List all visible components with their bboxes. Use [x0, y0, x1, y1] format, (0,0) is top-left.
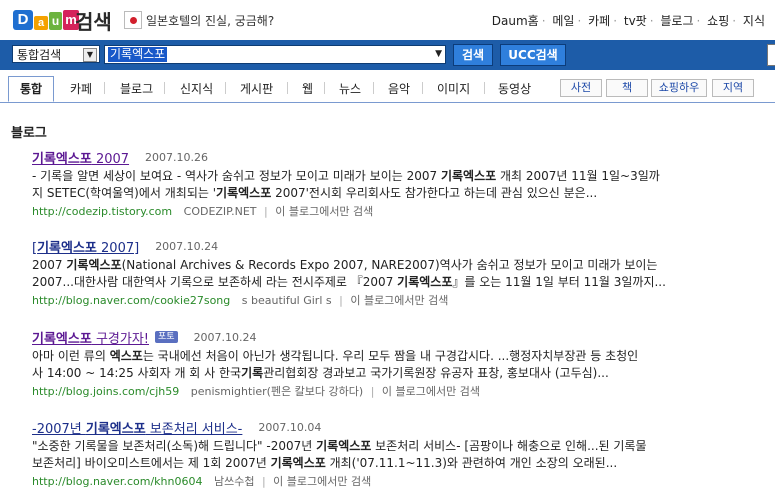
tab-divider: [373, 82, 374, 94]
result-snippet: 2007 기록엑스포(National Archives & Records E…: [32, 258, 666, 289]
promo-link[interactable]: 일본호텔의 진실, 궁금해?: [124, 11, 274, 29]
promo-text: 일본호텔의 진실, 궁금해?: [146, 13, 275, 28]
result-url[interactable]: http://blog.joins.com/cjh59: [32, 385, 179, 398]
gnb-mail[interactable]: 메일: [552, 14, 574, 28]
dropdown-arrow-icon[interactable]: ▼: [435, 49, 442, 59]
photo-badge: 포토: [155, 331, 178, 343]
search-this-blog-link[interactable]: 이 블로그에서만 검색: [275, 205, 373, 218]
tab-board[interactable]: 게시판: [240, 80, 273, 97]
result-blog-name[interactable]: penismightier(펜은 칼보다 강하다): [191, 385, 363, 398]
result-url-row: http://blog.naver.com/khn0604 남쓰수첩 | 이 블…: [32, 475, 372, 488]
result-snippet: - 기록을 알면 세상이 보여요 - 역사가 숨쉬고 정보가 모이고 미래가 보…: [32, 169, 660, 200]
result-title-link[interactable]: 기록엑스포 2007: [32, 148, 129, 167]
daum-logo[interactable]: D a u m: [13, 6, 79, 30]
tab-knowledge[interactable]: 신지식: [180, 80, 213, 97]
result-snippet: 아마 이런 류의 엑스포는 국내에선 처음이 아닌가 생각됩니다. 우리 모두 …: [32, 349, 639, 380]
logo-letter-u: u: [49, 12, 62, 30]
result-item: 기록엑스포 구경가자! 포토 2007.10.24 아마 이런 류의 엑스포는 …: [32, 329, 762, 399]
result-title-link[interactable]: -2007년 기록엑스포 보존처리 서비스-: [32, 418, 242, 437]
tab-divider: [324, 82, 325, 94]
result-date: 2007.10.24: [155, 239, 219, 253]
gnb-tvpot[interactable]: tv팟: [624, 14, 647, 28]
chevron-down-icon: ▼: [83, 48, 97, 62]
gnb-shopping[interactable]: 쇼핑: [707, 14, 729, 28]
tab-news[interactable]: 뉴스: [339, 80, 361, 97]
ucc-search-button[interactable]: UCC검색: [500, 44, 566, 66]
result-url-row: http://blog.naver.com/cookie27song s bea…: [32, 294, 449, 307]
side-frame-edge: [767, 44, 775, 66]
gnb-cafe[interactable]: 카페: [588, 14, 610, 28]
result-url[interactable]: http://blog.naver.com/cookie27song: [32, 294, 230, 307]
pill-dictionary[interactable]: 사전: [560, 79, 602, 97]
tab-blog[interactable]: 블로그: [120, 80, 153, 97]
tab-video[interactable]: 동영상: [498, 80, 531, 97]
search-query-text: 기록엑스포: [108, 47, 168, 62]
result-date: 2007.10.26: [145, 150, 209, 164]
tab-web[interactable]: 웹: [302, 80, 313, 97]
tab-image[interactable]: 이미지: [437, 80, 470, 97]
result-url-row: http://codezip.tistory.com CODEZIP.NET |…: [32, 205, 374, 218]
pill-shopping-how[interactable]: 쇼핑하우: [651, 79, 707, 97]
result-url[interactable]: http://codezip.tistory.com: [32, 205, 172, 218]
tab-divider: [164, 82, 165, 94]
search-scope-value: 통합검색: [17, 48, 62, 62]
logo-letter-a: a: [34, 16, 48, 30]
tab-divider: [225, 82, 226, 94]
pill-region[interactable]: 지역: [712, 79, 754, 97]
search-button[interactable]: 검색: [453, 44, 493, 66]
japan-flag-icon: [124, 11, 142, 29]
pill-book[interactable]: 책: [606, 79, 648, 97]
section-title-blog: 블로그: [11, 126, 47, 141]
result-blog-name[interactable]: s beautiful Girl s: [242, 294, 332, 307]
search-bar: 통합검색 ▼ 기록엑스포 ▼ 검색 UCC검색: [0, 40, 775, 70]
search-this-blog-link[interactable]: 이 블로그에서만 검색: [382, 385, 480, 398]
search-input[interactable]: 기록엑스포 ▼: [104, 45, 446, 64]
gnb-knowledge[interactable]: 지식: [743, 14, 765, 28]
tab-divider: [287, 82, 288, 94]
tab-divider: [484, 82, 485, 94]
result-snippet: "소중한 기록물을 보존처리(소독)해 드립니다" -2007년 기록엑스포 보…: [32, 439, 647, 470]
search-scope-select[interactable]: 통합검색 ▼: [12, 45, 100, 63]
result-blog-name[interactable]: 남쓰수첩: [214, 475, 254, 488]
global-nav: Daum홈 · 메일 · 카페 · tv팟 · 블로그 · 쇼핑 · 지식: [491, 14, 765, 28]
tab-integrated[interactable]: 통합: [8, 76, 54, 102]
result-url[interactable]: http://blog.naver.com/khn0604: [32, 475, 202, 488]
result-date: 2007.10.24: [193, 330, 257, 344]
result-item: -2007년 기록엑스포 보존처리 서비스- 2007.10.04 "소중한 기…: [32, 419, 762, 489]
gnb-daum-home[interactable]: Daum홈: [492, 14, 539, 28]
result-date: 2007.10.04: [258, 420, 322, 434]
tab-divider: [104, 82, 105, 94]
result-item: 기록엑스포 2007 2007.10.26 - 기록을 알면 세상이 보여요 -…: [32, 149, 762, 219]
tab-cafe[interactable]: 카페: [70, 80, 92, 97]
result-title-link[interactable]: 기록엑스포 구경가자!: [32, 328, 149, 347]
search-this-blog-link[interactable]: 이 블로그에서만 검색: [350, 294, 448, 307]
category-tabs: 통합 카페 블로그 신지식 게시판 웹 뉴스 음악 이미지 동영상 사전 책 쇼…: [0, 76, 775, 103]
result-url-row: http://blog.joins.com/cjh59 penismightie…: [32, 385, 480, 398]
gnb-blog[interactable]: 블로그: [660, 14, 693, 28]
logo-search-word[interactable]: 검색: [75, 6, 112, 35]
logo-letter-d: D: [13, 10, 33, 30]
result-title-link[interactable]: [기록엑스포 2007]: [32, 237, 139, 256]
result-item: [기록엑스포 2007] 2007.10.24 2007 기록엑스포(Natio…: [32, 238, 762, 308]
result-blog-name[interactable]: CODEZIP.NET: [184, 205, 257, 218]
tab-divider: [422, 82, 423, 94]
tab-music[interactable]: 음악: [388, 80, 410, 97]
search-this-blog-link[interactable]: 이 블로그에서만 검색: [273, 475, 371, 488]
top-bar: D a u m 검색 일본호텔의 진실, 궁금해? Daum홈 · 메일 · 카페 ·…: [0, 0, 775, 40]
